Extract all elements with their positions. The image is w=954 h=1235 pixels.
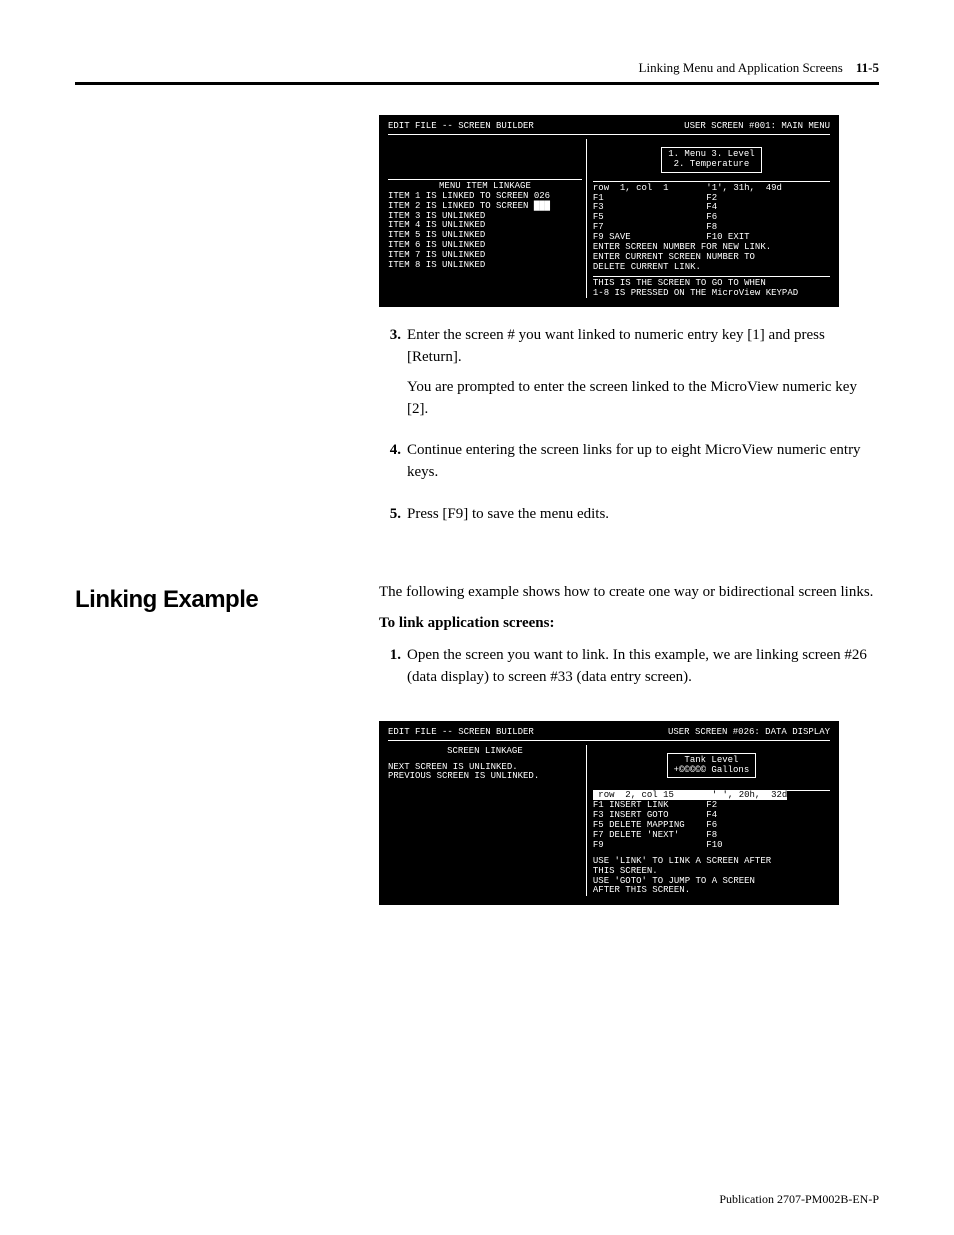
step-4-text: Continue entering the screen links for u… — [407, 440, 879, 484]
term2-status: row 2, col 15 ' ', 20h, 32d — [593, 790, 787, 800]
header-title: Linking Menu and Application Screens — [639, 60, 843, 75]
term1-title-right: USER SCREEN #001: MAIN MENU — [684, 122, 830, 132]
step-3-text-2: You are prompted to enter the screen lin… — [407, 377, 879, 421]
term1-msg2: THIS IS THE SCREEN TO GO TO WHEN 1-8 IS … — [593, 279, 830, 299]
term1-left-heading: MENU ITEM LINKAGE — [439, 181, 531, 191]
term1-fkeys: F1 F2 F3 F4 F5 F6 F7 F8 F9 SAVE F10 EXIT — [593, 194, 830, 243]
step-5-text: Press [F9] to save the menu edits. — [407, 504, 879, 526]
term1-msg1: ENTER SCREEN NUMBER FOR NEW LINK. ENTER … — [593, 243, 830, 273]
term2-title-left: EDIT FILE -- SCREEN BUILDER — [388, 728, 534, 738]
term1-box-l2: 2. Temperature — [668, 160, 754, 170]
section-subhead: To link application screens: — [379, 613, 879, 635]
term1-title-left: EDIT FILE -- SCREEN BUILDER — [388, 122, 534, 132]
step-1-num: 1. — [379, 645, 407, 699]
footer-publication: Publication 2707-PM002B-EN-P — [719, 1192, 879, 1207]
page-header: Linking Menu and Application Screens 11-… — [75, 60, 879, 76]
term2-msg1: USE 'LINK' TO LINK A SCREEN AFTER THIS S… — [593, 857, 830, 897]
term2-left-heading: SCREEN LINKAGE — [447, 746, 523, 756]
term2-fkeys: F1 INSERT LINK F2 F3 INSERT GOTO F4 F5 D… — [593, 801, 830, 850]
step-3-num: 3. — [379, 325, 407, 428]
step-1-text: Open the screen you want to link. In thi… — [407, 645, 879, 689]
term2-box-l2: +©©©©© Gallons — [674, 766, 750, 776]
term2-left-lines: NEXT SCREEN IS UNLINKED. PREVIOUS SCREEN… — [388, 763, 582, 783]
step-3-text-1: Enter the screen # you want linked to nu… — [407, 325, 879, 369]
term1-left-lines: ITEM 1 IS LINKED TO SCREEN 026 ITEM 2 IS… — [388, 192, 582, 271]
section-intro: The following example shows how to creat… — [379, 582, 879, 604]
term2-title-right: USER SCREEN #026: DATA DISPLAY — [668, 728, 830, 738]
step-4-num: 4. — [379, 440, 407, 492]
step-5-num: 5. — [379, 504, 407, 534]
header-rule — [75, 82, 879, 85]
section-heading: Linking Example — [75, 586, 349, 614]
terminal-screenshot-2: EDIT FILE -- SCREEN BUILDER USER SCREEN … — [379, 721, 839, 906]
terminal-screenshot-1: EDIT FILE -- SCREEN BUILDER USER SCREEN … — [379, 115, 839, 307]
steps-group-a: 3. Enter the screen # you want linked to… — [379, 325, 879, 533]
header-page-ref: 11-5 — [856, 60, 879, 75]
